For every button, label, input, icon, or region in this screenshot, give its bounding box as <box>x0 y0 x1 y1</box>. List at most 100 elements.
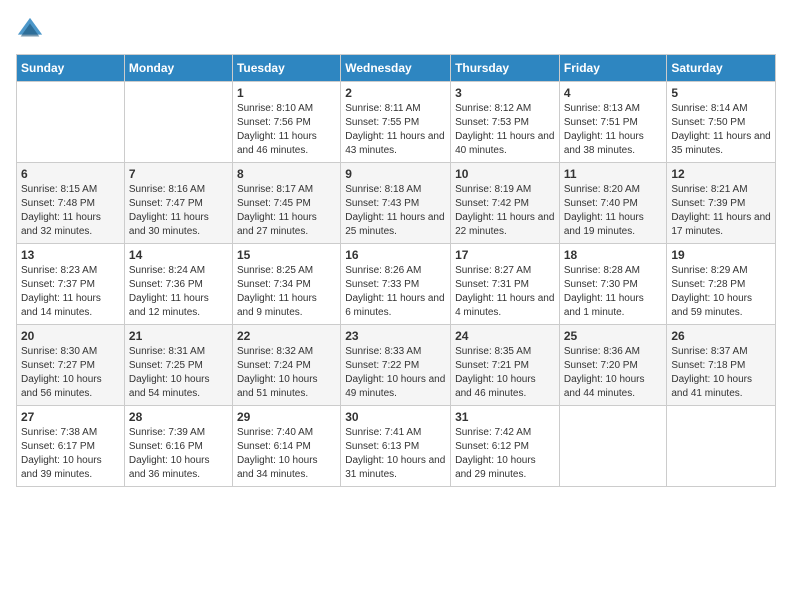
day-info: Sunrise: 8:23 AM Sunset: 7:37 PM Dayligh… <box>21 264 120 320</box>
calendar-cell: 30 Sunrise: 7:41 AM Sunset: 6:13 PM Dayli… <box>341 406 451 487</box>
week-row-5: 27 Sunrise: 7:38 AM Sunset: 6:17 PM Dayli… <box>17 406 776 487</box>
day-info: Sunrise: 8:30 AM Sunset: 7:27 PM Dayligh… <box>21 345 120 401</box>
calendar-cell: 15Sunrise: 8:25 AM Sunset: 7:34 PM Dayli… <box>232 244 340 325</box>
day-number: 30 <box>345 410 446 424</box>
day-number: 19 <box>671 248 771 262</box>
calendar-cell: 14 Sunrise: 8:24 AM Sunset: 7:36 PM Dayli… <box>124 244 232 325</box>
day-info: Sunrise: 8:17 AM Sunset: 7:45 PM Dayligh… <box>237 183 336 239</box>
day-info: Sunrise: 8:11 AM Sunset: 7:55 PM Dayligh… <box>345 102 446 158</box>
calendar-cell <box>124 82 232 163</box>
day-number: 20 <box>21 329 120 343</box>
calendar-cell: 27 Sunrise: 7:38 AM Sunset: 6:17 PM Dayli… <box>17 406 125 487</box>
calendar-cell: 20 Sunrise: 8:30 AM Sunset: 7:27 PM Dayli… <box>17 325 125 406</box>
weekday-header-sunday: Sunday <box>17 55 125 82</box>
weekday-header-saturday: Saturday <box>667 55 776 82</box>
week-row-3: 13 Sunrise: 8:23 AM Sunset: 7:37 PM Dayli… <box>17 244 776 325</box>
calendar-cell: 4Sunrise: 8:13 AM Sunset: 7:51 PM Daylig… <box>559 82 667 163</box>
day-number: 12 <box>671 167 771 181</box>
calendar-cell <box>559 406 667 487</box>
day-info: Sunrise: 7:38 AM Sunset: 6:17 PM Dayligh… <box>21 426 120 482</box>
day-info: Sunrise: 8:10 AM Sunset: 7:56 PM Dayligh… <box>237 102 336 158</box>
calendar-cell: 19 Sunrise: 8:29 AM Sunset: 7:28 PM Dayli… <box>667 244 776 325</box>
day-info: Sunrise: 8:15 AM Sunset: 7:48 PM Dayligh… <box>21 183 120 239</box>
day-info: Sunrise: 8:33 AM Sunset: 7:22 PM Dayligh… <box>345 345 446 401</box>
day-info: Sunrise: 8:27 AM Sunset: 7:31 PM Dayligh… <box>455 264 555 320</box>
day-number: 27 <box>21 410 120 424</box>
calendar-table: SundayMondayTuesdayWednesdayThursdayFrid… <box>16 54 776 487</box>
day-info: Sunrise: 8:25 AM Sunset: 7:34 PM Dayligh… <box>237 264 336 320</box>
day-number: 28 <box>129 410 228 424</box>
day-number: 10 <box>455 167 555 181</box>
weekday-header-thursday: Thursday <box>451 55 560 82</box>
day-number: 8 <box>237 167 336 181</box>
calendar-cell: 11Sunrise: 8:20 AM Sunset: 7:40 PM Dayli… <box>559 163 667 244</box>
weekday-header-monday: Monday <box>124 55 232 82</box>
calendar-cell: 6 Sunrise: 8:15 AM Sunset: 7:48 PM Daylig… <box>17 163 125 244</box>
week-row-2: 6 Sunrise: 8:15 AM Sunset: 7:48 PM Daylig… <box>17 163 776 244</box>
day-info: Sunrise: 8:32 AM Sunset: 7:24 PM Dayligh… <box>237 345 336 401</box>
day-number: 31 <box>455 410 555 424</box>
logo-icon <box>16 16 44 44</box>
day-info: Sunrise: 8:28 AM Sunset: 7:30 PM Dayligh… <box>564 264 663 320</box>
calendar-cell: 9 Sunrise: 8:18 AM Sunset: 7:43 PM Daylig… <box>341 163 451 244</box>
calendar-cell: 24 Sunrise: 8:35 AM Sunset: 7:21 PM Dayli… <box>451 325 560 406</box>
calendar-body: 1 Sunrise: 8:10 AM Sunset: 7:56 PM Daylig… <box>17 82 776 487</box>
day-info: Sunrise: 8:13 AM Sunset: 7:51 PM Dayligh… <box>564 102 663 158</box>
weekday-row: SundayMondayTuesdayWednesdayThursdayFrid… <box>17 55 776 82</box>
day-number: 16 <box>345 248 446 262</box>
day-number: 7 <box>129 167 228 181</box>
calendar-cell: 1 Sunrise: 8:10 AM Sunset: 7:56 PM Daylig… <box>232 82 340 163</box>
calendar-cell: 2Sunrise: 8:11 AM Sunset: 7:55 PM Daylig… <box>341 82 451 163</box>
page-header <box>16 16 776 44</box>
day-number: 11 <box>564 167 663 181</box>
day-info: Sunrise: 8:19 AM Sunset: 7:42 PM Dayligh… <box>455 183 555 239</box>
day-info: Sunrise: 8:24 AM Sunset: 7:36 PM Dayligh… <box>129 264 228 320</box>
day-info: Sunrise: 7:40 AM Sunset: 6:14 PM Dayligh… <box>237 426 336 482</box>
day-number: 25 <box>564 329 663 343</box>
calendar-cell: 8 Sunrise: 8:17 AM Sunset: 7:45 PM Daylig… <box>232 163 340 244</box>
day-number: 5 <box>671 86 771 100</box>
day-number: 17 <box>455 248 555 262</box>
day-number: 23 <box>345 329 446 343</box>
day-number: 21 <box>129 329 228 343</box>
day-info: Sunrise: 7:41 AM Sunset: 6:13 PM Dayligh… <box>345 426 446 482</box>
day-info: Sunrise: 8:35 AM Sunset: 7:21 PM Dayligh… <box>455 345 555 401</box>
day-info: Sunrise: 8:29 AM Sunset: 7:28 PM Dayligh… <box>671 264 771 320</box>
logo <box>16 16 48 44</box>
calendar-header: SundayMondayTuesdayWednesdayThursdayFrid… <box>17 55 776 82</box>
day-info: Sunrise: 8:26 AM Sunset: 7:33 PM Dayligh… <box>345 264 446 320</box>
week-row-1: 1 Sunrise: 8:10 AM Sunset: 7:56 PM Daylig… <box>17 82 776 163</box>
day-number: 6 <box>21 167 120 181</box>
day-number: 13 <box>21 248 120 262</box>
day-number: 3 <box>455 86 555 100</box>
day-info: Sunrise: 8:14 AM Sunset: 7:50 PM Dayligh… <box>671 102 771 158</box>
day-info: Sunrise: 8:36 AM Sunset: 7:20 PM Dayligh… <box>564 345 663 401</box>
day-info: Sunrise: 8:12 AM Sunset: 7:53 PM Dayligh… <box>455 102 555 158</box>
calendar-cell: 26Sunrise: 8:37 AM Sunset: 7:18 PM Dayli… <box>667 325 776 406</box>
calendar-cell: 13 Sunrise: 8:23 AM Sunset: 7:37 PM Dayli… <box>17 244 125 325</box>
calendar-cell: 3 Sunrise: 8:12 AM Sunset: 7:53 PM Daylig… <box>451 82 560 163</box>
day-number: 9 <box>345 167 446 181</box>
calendar-cell: 16 Sunrise: 8:26 AM Sunset: 7:33 PM Dayli… <box>341 244 451 325</box>
day-info: Sunrise: 8:31 AM Sunset: 7:25 PM Dayligh… <box>129 345 228 401</box>
calendar-cell: 7 Sunrise: 8:16 AM Sunset: 7:47 PM Daylig… <box>124 163 232 244</box>
day-number: 22 <box>237 329 336 343</box>
calendar-cell <box>667 406 776 487</box>
calendar-cell: 18Sunrise: 8:28 AM Sunset: 7:30 PM Dayli… <box>559 244 667 325</box>
week-row-4: 20 Sunrise: 8:30 AM Sunset: 7:27 PM Dayli… <box>17 325 776 406</box>
calendar-cell: 10 Sunrise: 8:19 AM Sunset: 7:42 PM Dayli… <box>451 163 560 244</box>
day-number: 14 <box>129 248 228 262</box>
day-number: 26 <box>671 329 771 343</box>
calendar-cell: 23 Sunrise: 8:33 AM Sunset: 7:22 PM Dayli… <box>341 325 451 406</box>
calendar-cell: 29Sunrise: 7:40 AM Sunset: 6:14 PM Dayli… <box>232 406 340 487</box>
day-info: Sunrise: 8:18 AM Sunset: 7:43 PM Dayligh… <box>345 183 446 239</box>
day-number: 24 <box>455 329 555 343</box>
calendar-cell: 12 Sunrise: 8:21 AM Sunset: 7:39 PM Dayli… <box>667 163 776 244</box>
weekday-header-friday: Friday <box>559 55 667 82</box>
calendar-cell <box>17 82 125 163</box>
day-info: Sunrise: 8:16 AM Sunset: 7:47 PM Dayligh… <box>129 183 228 239</box>
day-number: 1 <box>237 86 336 100</box>
day-info: Sunrise: 8:21 AM Sunset: 7:39 PM Dayligh… <box>671 183 771 239</box>
calendar-cell: 17 Sunrise: 8:27 AM Sunset: 7:31 PM Dayli… <box>451 244 560 325</box>
weekday-header-tuesday: Tuesday <box>232 55 340 82</box>
